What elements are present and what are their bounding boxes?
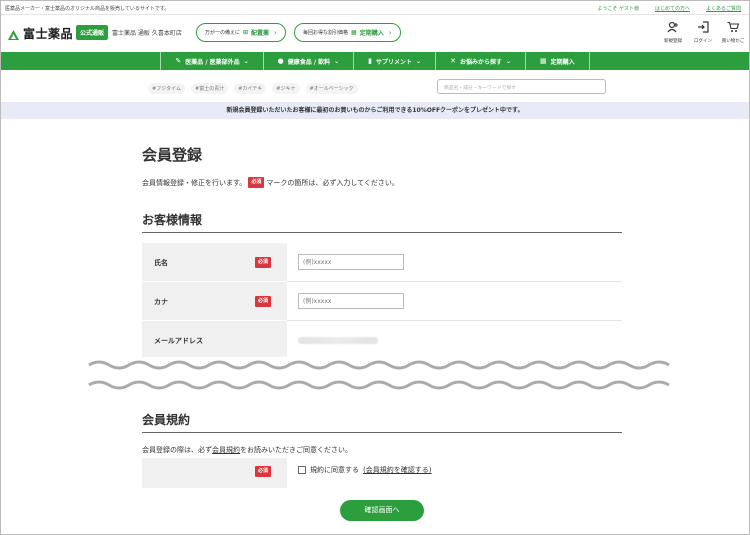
form-row-kana: カナ 必須 [142, 282, 622, 321]
required-badge: 必須 [255, 296, 272, 307]
login-button[interactable]: ログイン [691, 21, 715, 44]
nav-label: サプリメント [376, 58, 413, 66]
apple-icon: ● [277, 57, 284, 65]
nav-item-subscription[interactable]: ▦ 定期購入 [524, 52, 590, 70]
page-frame: 医薬品メーカー・富士薬品のオリジナル商品を販売しているサイトです。 ようこそ ゲ… [0, 0, 750, 535]
chevron-right-icon: › [274, 28, 277, 37]
faq-link[interactable]: よくあるご質問 [706, 5, 741, 12]
agree-checkbox[interactable] [298, 466, 306, 474]
top-bar: 医薬品メーカー・富士薬品のオリジナル商品を販売しているサイトです。 ようこそ ゲ… [1, 1, 749, 15]
nav-label: 定期購入 [550, 58, 575, 66]
tag-link[interactable]: #フジタイム [148, 83, 185, 94]
terms-link[interactable]: 会員規約 [212, 446, 240, 454]
agree-label[interactable]: 規約に同意する [310, 465, 359, 475]
category-nav: ✎ 医薬品 / 医薬部外品 ⌄ ● 健康食品 / 飲料 ⌄ ▮ サプリメント ⌄… [1, 52, 749, 70]
note-after: をお読みいただきご同意ください。 [240, 446, 352, 454]
medicine-box-icon: ⊞ [243, 29, 249, 36]
chevron-down-icon: ⌄ [243, 57, 249, 65]
tag-list: #フジタイム #富士の青汁 #カイテキ #ジキナ #オールベーシック [148, 83, 358, 94]
pill-highlight: 定期購入 [359, 30, 384, 37]
register-button[interactable]: 新規登録 [661, 21, 685, 44]
form-row-email: メールアドレス [142, 321, 622, 360]
required-badge: 必須 [255, 466, 272, 477]
cart-label: 買い物かご [721, 39, 745, 44]
required-badge: 必須 [255, 257, 272, 268]
label-cell: カナ 必須 [142, 282, 287, 321]
official-badge: 公式通販 [76, 25, 109, 40]
form-row-name: 氏名 必須 [142, 243, 622, 282]
field-label: メールアドレス [154, 337, 203, 345]
site-description: 医薬品メーカー・富士薬品のオリジナル商品を販売しているサイトです。 [5, 6, 170, 12]
welcome-text: ようこそ ゲスト様 [597, 6, 639, 12]
label-cell: メールアドレス [142, 321, 287, 360]
confirm-button[interactable]: 確認画面へ [340, 500, 424, 521]
intro-before: 会員情報登録・修正を行います。 [142, 178, 247, 187]
terms-confirm-link[interactable]: (会員規約を確認する) [363, 465, 431, 475]
chevron-down-icon: ⌄ [334, 57, 340, 65]
name-input[interactable] [298, 254, 404, 270]
terms-note: 会員登録の際は、必ず会員規約をお読みいただきご同意ください。 [142, 445, 352, 455]
tag-link[interactable]: #カイテキ [234, 83, 267, 94]
calendar-icon: ▦ [351, 29, 357, 36]
search-person-icon: ✕ [450, 57, 456, 65]
pill-text: 万が一の備えに [205, 30, 241, 36]
required-badge: 必須 [248, 177, 265, 188]
label-cell: 必須 [142, 458, 287, 488]
page-title: 会員登録 [142, 146, 203, 164]
nav-item-concerns[interactable]: ✕ お悩みから探す ⌄ [435, 52, 525, 70]
cart-button[interactable]: 買い物かご [721, 21, 745, 44]
pill-highlight: 配置薬 [251, 30, 270, 37]
page-break-divider [1, 357, 749, 393]
first-time-link[interactable]: はじめての方へ [655, 5, 690, 12]
site-logo[interactable]: 富士薬品 [7, 25, 73, 42]
nav-label: 医薬品 / 医薬部外品 [185, 58, 240, 66]
field-label: カナ [154, 298, 168, 306]
haichi-pill-button[interactable]: 万が一の備えに ⊞ 配置薬 › [196, 23, 286, 42]
email-value-redacted [298, 337, 378, 344]
nav-label: 健康食品 / 飲料 [287, 58, 331, 66]
terms-section-title: 会員規約 [142, 411, 622, 433]
user-plus-icon [661, 21, 685, 36]
chevron-down-icon: ⌄ [505, 57, 511, 65]
chevron-down-icon: ⌄ [416, 57, 422, 65]
logo-mark-icon [7, 27, 20, 40]
label-cell: 氏名 必須 [142, 243, 287, 282]
search-input[interactable]: 商品名・成分・キーワードで探す [437, 79, 606, 94]
note-before: 会員登録の際は、必ず [142, 446, 212, 454]
nav-label: お悩みから探す [459, 58, 502, 66]
header: 富士薬品 公式通販 富士薬品 通販 久喜本町店 万が一の備えに ⊞ 配置薬 › … [1, 15, 749, 52]
logo-text: 富士薬品 [23, 27, 74, 41]
intro-text: 会員情報登録・修正を行います。 必須 マークの箇所は、必ず入力してください。 [142, 177, 399, 188]
tag-link[interactable]: #富士の青汁 [191, 83, 229, 94]
nav-item-health-food[interactable]: ● 健康食品 / 飲料 ⌄ [262, 52, 354, 70]
value-cell [287, 282, 622, 321]
agree-row: 必須 規約に同意する (会員規約を確認する) [142, 458, 622, 488]
field-label: 氏名 [154, 259, 168, 267]
login-icon [691, 21, 715, 36]
value-cell [287, 243, 622, 282]
store-name: 富士薬品 通販 久喜本町店 [112, 30, 182, 37]
cart-icon [721, 21, 745, 36]
value-cell [287, 321, 622, 360]
login-label: ログイン [694, 39, 712, 44]
teiki-pill-button[interactable]: 毎回お得な割引価格 ▦ 定期購入 › [294, 23, 401, 42]
chevron-right-icon: › [388, 28, 392, 37]
customer-section-title: お客様情報 [142, 211, 622, 233]
intro-after: マークの箇所は、必ず入力してください。 [266, 178, 399, 187]
tag-link[interactable]: #オールベーシック [305, 83, 358, 94]
nav-item-supplement[interactable]: ▮ サプリメント ⌄ [353, 52, 435, 70]
nav-item-medicine[interactable]: ✎ 医薬品 / 医薬部外品 ⌄ [160, 52, 262, 70]
tag-link[interactable]: #ジキナ [272, 83, 300, 94]
pill-text: 毎回お得な割引価格 [303, 30, 349, 36]
pills-icon: ✎ [175, 57, 182, 65]
kana-input[interactable] [298, 293, 404, 309]
agree-option: 規約に同意する (会員規約を確認する) [298, 465, 431, 475]
register-label: 新規登録 [664, 39, 682, 44]
coupon-banner: 新規会員登録いただいたお客様に最初のお買いものからご利用できる10%OFFクーポ… [1, 102, 749, 119]
bottle-icon: ▮ [368, 57, 373, 65]
calendar-icon: ▦ [539, 57, 547, 65]
